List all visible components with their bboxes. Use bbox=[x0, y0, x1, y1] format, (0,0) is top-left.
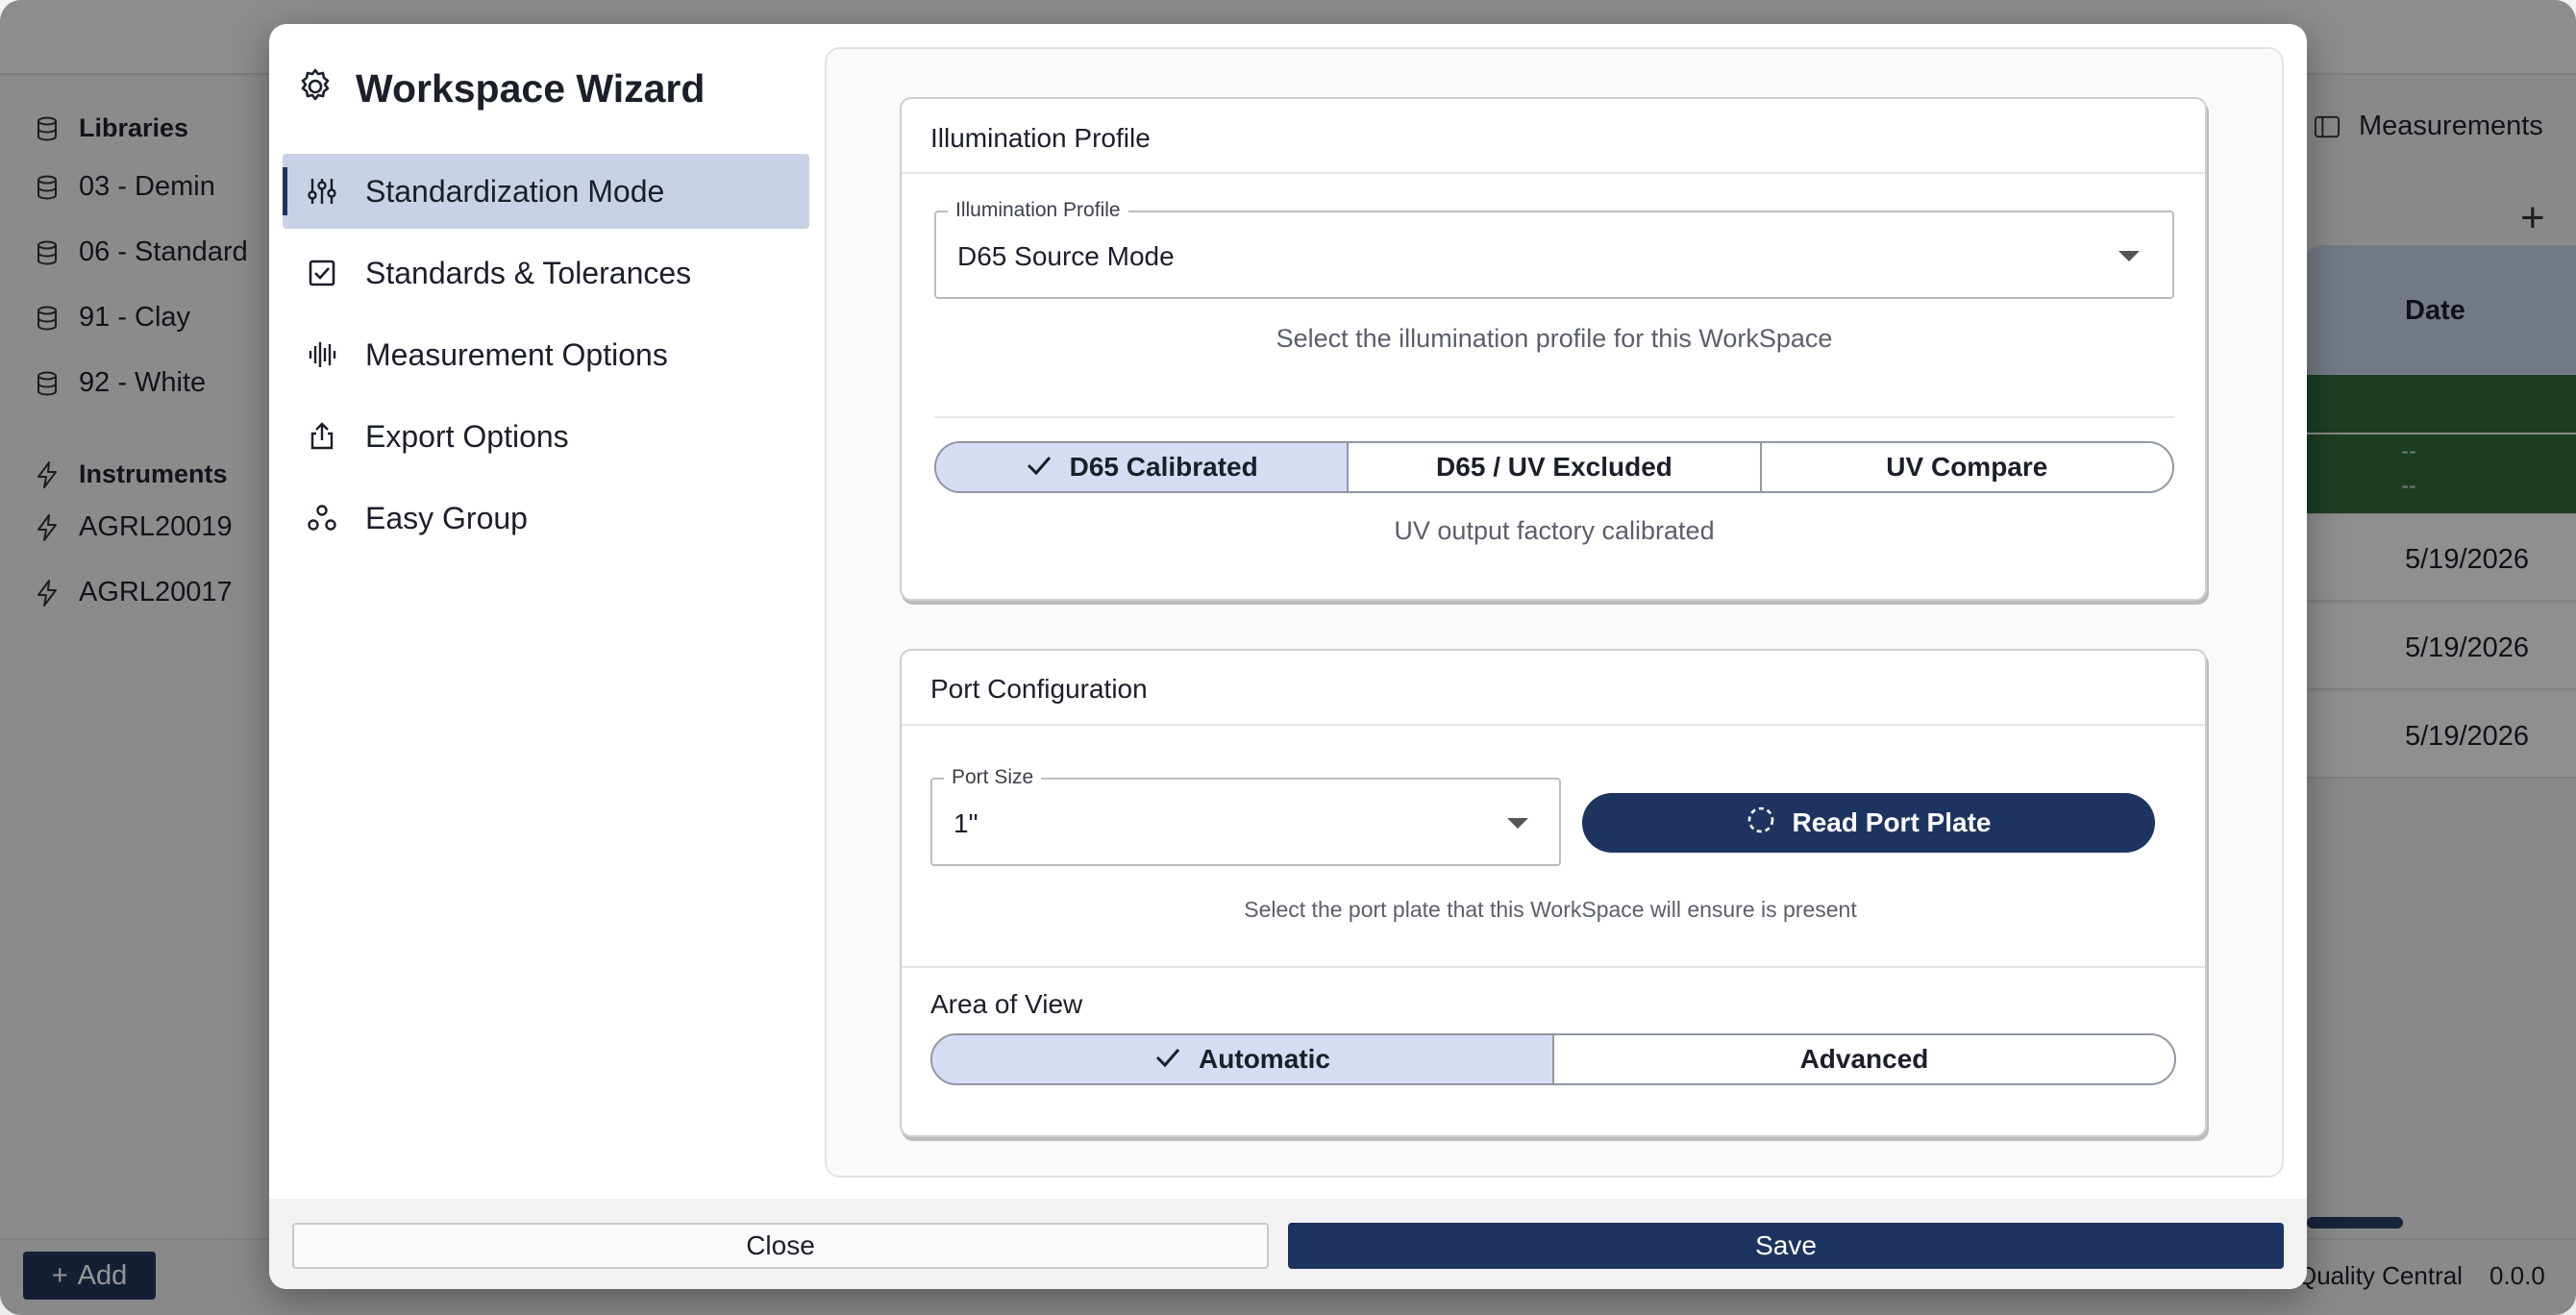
option-advanced[interactable]: Advanced bbox=[1552, 1035, 2174, 1083]
waveform-icon bbox=[306, 338, 338, 371]
nav-standards-tolerances[interactable]: Standards & Tolerances bbox=[283, 236, 809, 310]
nav-export-options[interactable]: Export Options bbox=[283, 399, 809, 474]
illumination-helper: Select the illumination profile for this… bbox=[1276, 324, 1833, 353]
option-automatic[interactable]: Automatic bbox=[932, 1035, 1552, 1083]
nav-label: Standardization Mode bbox=[365, 173, 665, 209]
chevron-down-icon bbox=[1507, 818, 1528, 829]
illumination-card-title: Illumination Profile bbox=[930, 123, 1151, 153]
sliders-icon bbox=[306, 175, 338, 208]
nav-measurement-options[interactable]: Measurement Options bbox=[283, 317, 809, 392]
checkbox-icon bbox=[306, 257, 338, 289]
option-label: UV Compare bbox=[1886, 452, 2048, 482]
area-of-view-toggle: Automatic Advanced bbox=[930, 1033, 2176, 1085]
dialog-footer: Close Save bbox=[269, 1199, 2307, 1289]
divider bbox=[902, 724, 2205, 726]
wizard-header: Workspace Wizard bbox=[296, 66, 705, 112]
uv-status-text: UV output factory calibrated bbox=[1394, 516, 1715, 545]
check-icon bbox=[1026, 452, 1053, 483]
nav-easy-group[interactable]: Easy Group bbox=[283, 481, 809, 556]
option-uv-compare[interactable]: UV Compare bbox=[1759, 443, 2172, 491]
read-port-plate-label: Read Port Plate bbox=[1792, 807, 1992, 837]
nav-label: Measurement Options bbox=[365, 336, 668, 372]
gear-icon bbox=[296, 67, 334, 111]
save-button[interactable]: Save bbox=[1288, 1223, 2284, 1269]
check-icon bbox=[1154, 1044, 1181, 1075]
illumination-card: Illumination Profile Illumination Profil… bbox=[900, 97, 2207, 601]
port-helper: Select the port plate that this WorkSpac… bbox=[1244, 897, 1857, 922]
option-d65-uv-excluded[interactable]: D65 / UV Excluded bbox=[1347, 443, 1760, 491]
workspace-wizard-dialog: Workspace Wizard Standardization Mode St… bbox=[269, 24, 2307, 1289]
option-label: D65 / UV Excluded bbox=[1436, 452, 1672, 482]
option-d65-calibrated[interactable]: D65 Calibrated bbox=[936, 443, 1348, 491]
chevron-down-icon bbox=[2118, 251, 2140, 261]
close-button[interactable]: Close bbox=[292, 1223, 1269, 1269]
port-card-title: Port Configuration bbox=[930, 674, 1148, 704]
nav-label: Standards & Tolerances bbox=[365, 255, 692, 290]
wizard-nav: Standardization Mode Standards & Toleran… bbox=[283, 154, 809, 562]
divider bbox=[902, 172, 2205, 174]
read-port-plate-button[interactable]: Read Port Plate bbox=[1582, 793, 2155, 853]
option-label: Automatic bbox=[1199, 1044, 1330, 1074]
port-size-label: Port Size bbox=[944, 766, 1042, 789]
illumination-field-value: D65 Source Mode bbox=[957, 241, 1175, 271]
port-config-card: Port Configuration Port Size 1" Read Por… bbox=[900, 649, 2207, 1137]
divider bbox=[934, 416, 2174, 418]
area-of-view-title: Area of View bbox=[930, 989, 1083, 1019]
nav-label: Easy Group bbox=[365, 500, 528, 535]
wizard-title: Workspace Wizard bbox=[356, 66, 706, 111]
illumination-mode-toggle: D65 Calibrated D65 / UV Excluded UV Comp… bbox=[934, 441, 2174, 493]
port-size-select[interactable]: Port Size 1" bbox=[930, 766, 1561, 866]
illumination-field-label: Illumination Profile bbox=[948, 199, 1128, 222]
option-label: D65 Calibrated bbox=[1069, 452, 1258, 482]
group-icon bbox=[306, 502, 338, 534]
option-label: Advanced bbox=[1799, 1044, 1929, 1074]
loading-spinner-icon bbox=[1746, 806, 1775, 841]
share-icon bbox=[306, 420, 338, 453]
nav-label: Export Options bbox=[365, 418, 569, 454]
nav-standardization-mode[interactable]: Standardization Mode bbox=[283, 154, 809, 229]
divider bbox=[902, 966, 2205, 968]
port-size-value: 1" bbox=[954, 808, 978, 838]
illumination-profile-select[interactable]: Illumination Profile D65 Source Mode bbox=[934, 199, 2174, 299]
wizard-content-panel: Illumination Profile Illumination Profil… bbox=[825, 47, 2284, 1178]
